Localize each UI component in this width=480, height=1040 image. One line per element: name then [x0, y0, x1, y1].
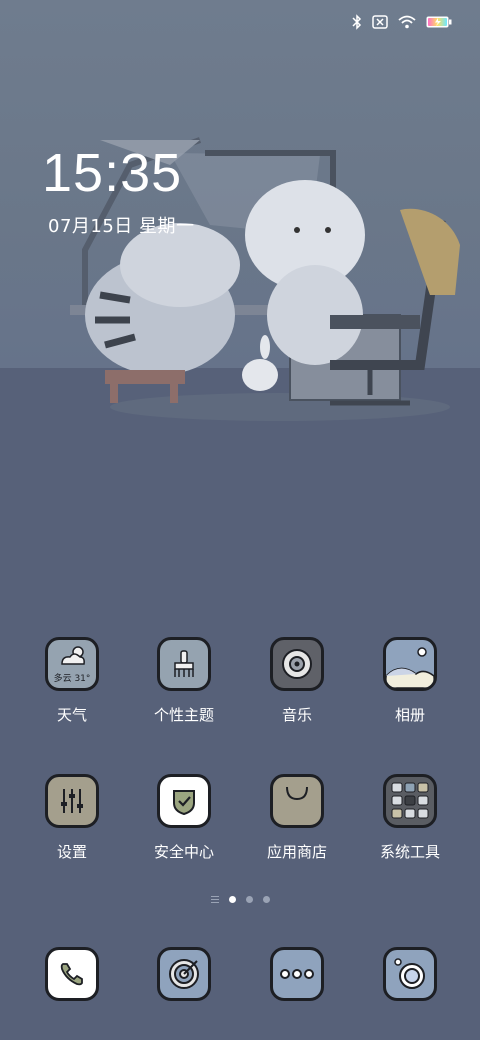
wifi-icon — [398, 15, 416, 29]
weather-icon: 多云 31° — [45, 637, 99, 691]
security-shield-icon — [157, 774, 211, 828]
phone-icon — [45, 947, 99, 1001]
app-label: 系统工具 — [379, 843, 440, 861]
page-dot-current — [228, 896, 236, 903]
dock-messages[interactable] — [242, 947, 352, 1001]
gallery-icon — [383, 637, 437, 691]
battery-charging-icon — [426, 16, 452, 28]
dock-phone[interactable] — [17, 947, 127, 1001]
app-label: 设置 — [56, 843, 87, 861]
page-dot — [245, 896, 253, 903]
app-store[interactable]: 应用商店 — [242, 774, 352, 862]
system-tools-folder-icon — [383, 774, 437, 828]
camera-icon — [383, 947, 437, 1001]
app-label: 应用商店 — [266, 843, 327, 861]
app-system-tools[interactable]: 系统工具 — [355, 774, 465, 862]
app-gallery[interactable]: 相册 — [355, 637, 465, 725]
browser-target-icon — [157, 947, 211, 1001]
app-security-center[interactable]: 安全中心 — [129, 774, 239, 862]
messages-icon — [270, 947, 324, 1001]
dock-browser[interactable] — [129, 947, 239, 1001]
theme-brush-icon — [157, 637, 211, 691]
app-label: 音乐 — [281, 706, 312, 724]
app-music[interactable]: 音乐 — [242, 637, 352, 725]
weather-summary: 多云 31° — [53, 674, 91, 684]
page-indicator-menu-icon — [210, 896, 219, 903]
dock-camera[interactable] — [355, 947, 465, 1001]
clock-time[interactable]: 15:35 — [42, 142, 182, 204]
app-themes[interactable]: 个性主题 — [129, 637, 239, 725]
music-disc-icon — [270, 637, 324, 691]
no-sim-icon — [372, 15, 388, 29]
page-dot — [262, 896, 270, 903]
bluetooth-icon — [352, 14, 362, 30]
app-label: 天气 — [56, 706, 87, 724]
app-store-bag-icon — [270, 774, 324, 828]
app-weather[interactable]: 多云 31° 天气 — [17, 637, 127, 725]
app-label: 个性主题 — [153, 706, 214, 724]
page-indicator[interactable] — [0, 896, 480, 903]
app-settings[interactable]: 设置 — [17, 774, 127, 862]
status-bar — [352, 10, 452, 34]
app-label: 相册 — [394, 706, 425, 724]
clock-date: 07月15日 星期一 — [48, 216, 195, 237]
app-label: 安全中心 — [153, 843, 214, 861]
settings-sliders-icon — [45, 774, 99, 828]
